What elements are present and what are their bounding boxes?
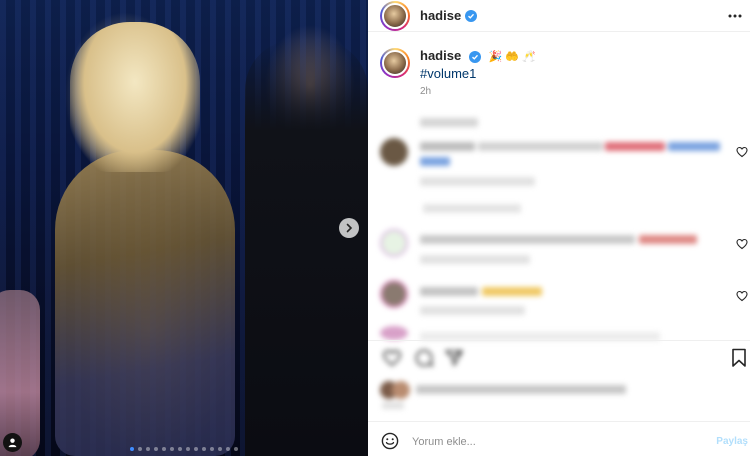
post-comment-button[interactable]: Paylaş [716,436,748,447]
share-icon[interactable] [444,348,464,368]
carousel-indicator [0,447,368,451]
caption: hadise 🎉 🤲 🥂 #volume1 [380,48,536,81]
post-time: 2h [420,86,432,97]
photo-figure [70,22,200,172]
divider [368,421,750,422]
carousel-dot [202,447,206,451]
avatar [380,229,408,257]
carousel-dot [146,447,150,451]
heart-icon[interactable] [736,146,748,158]
avatar [380,326,408,340]
photo-figure [55,150,235,456]
chevron-right-icon [346,223,353,233]
avatar[interactable] [380,0,410,31]
more-options-button[interactable] [728,9,742,28]
user-tag-icon [8,438,17,448]
verified-badge-icon [468,50,481,63]
header-username[interactable]: hadise [420,8,461,23]
carousel-dot [226,447,230,451]
post-side-panel: hadise hadise 🎉 🤲 🥂 #volume1 2h Yorum ek… [368,0,750,456]
carousel-dot [154,447,158,451]
photo-figure [245,40,368,456]
avatar [380,138,408,166]
user-tag-button[interactable] [3,433,22,452]
photo-figure [0,290,40,456]
carousel-dot [234,447,238,451]
divider [368,340,750,341]
avatar[interactable] [380,48,410,78]
carousel-dot [194,447,198,451]
heart-icon[interactable] [382,348,402,368]
comment-icon[interactable] [414,348,434,368]
bookmark-icon[interactable] [731,348,747,368]
heart-icon[interactable] [736,238,748,250]
carousel-next-button[interactable] [339,218,359,238]
comment-input[interactable] [412,433,682,451]
heart-icon[interactable] [736,290,748,302]
carousel-dot [210,447,214,451]
caption-emojis: 🎉 🤲 🥂 [488,51,536,63]
carousel-dot [130,447,134,451]
post-header: hadise [368,0,750,32]
carousel-dot [218,447,222,451]
caption-hashtag[interactable]: #volume1 [420,66,536,81]
carousel-dot [162,447,166,451]
verified-badge-icon [465,9,478,22]
carousel-dot [178,447,182,451]
post-photo[interactable] [0,0,368,456]
more-options-icon [728,14,742,18]
blurred-text [420,118,478,127]
caption-username[interactable]: hadise [420,48,461,63]
carousel-dot [138,447,142,451]
avatar [380,280,408,308]
carousel-dot [170,447,174,451]
emoji-icon[interactable] [381,432,399,450]
carousel-dot [186,447,190,451]
